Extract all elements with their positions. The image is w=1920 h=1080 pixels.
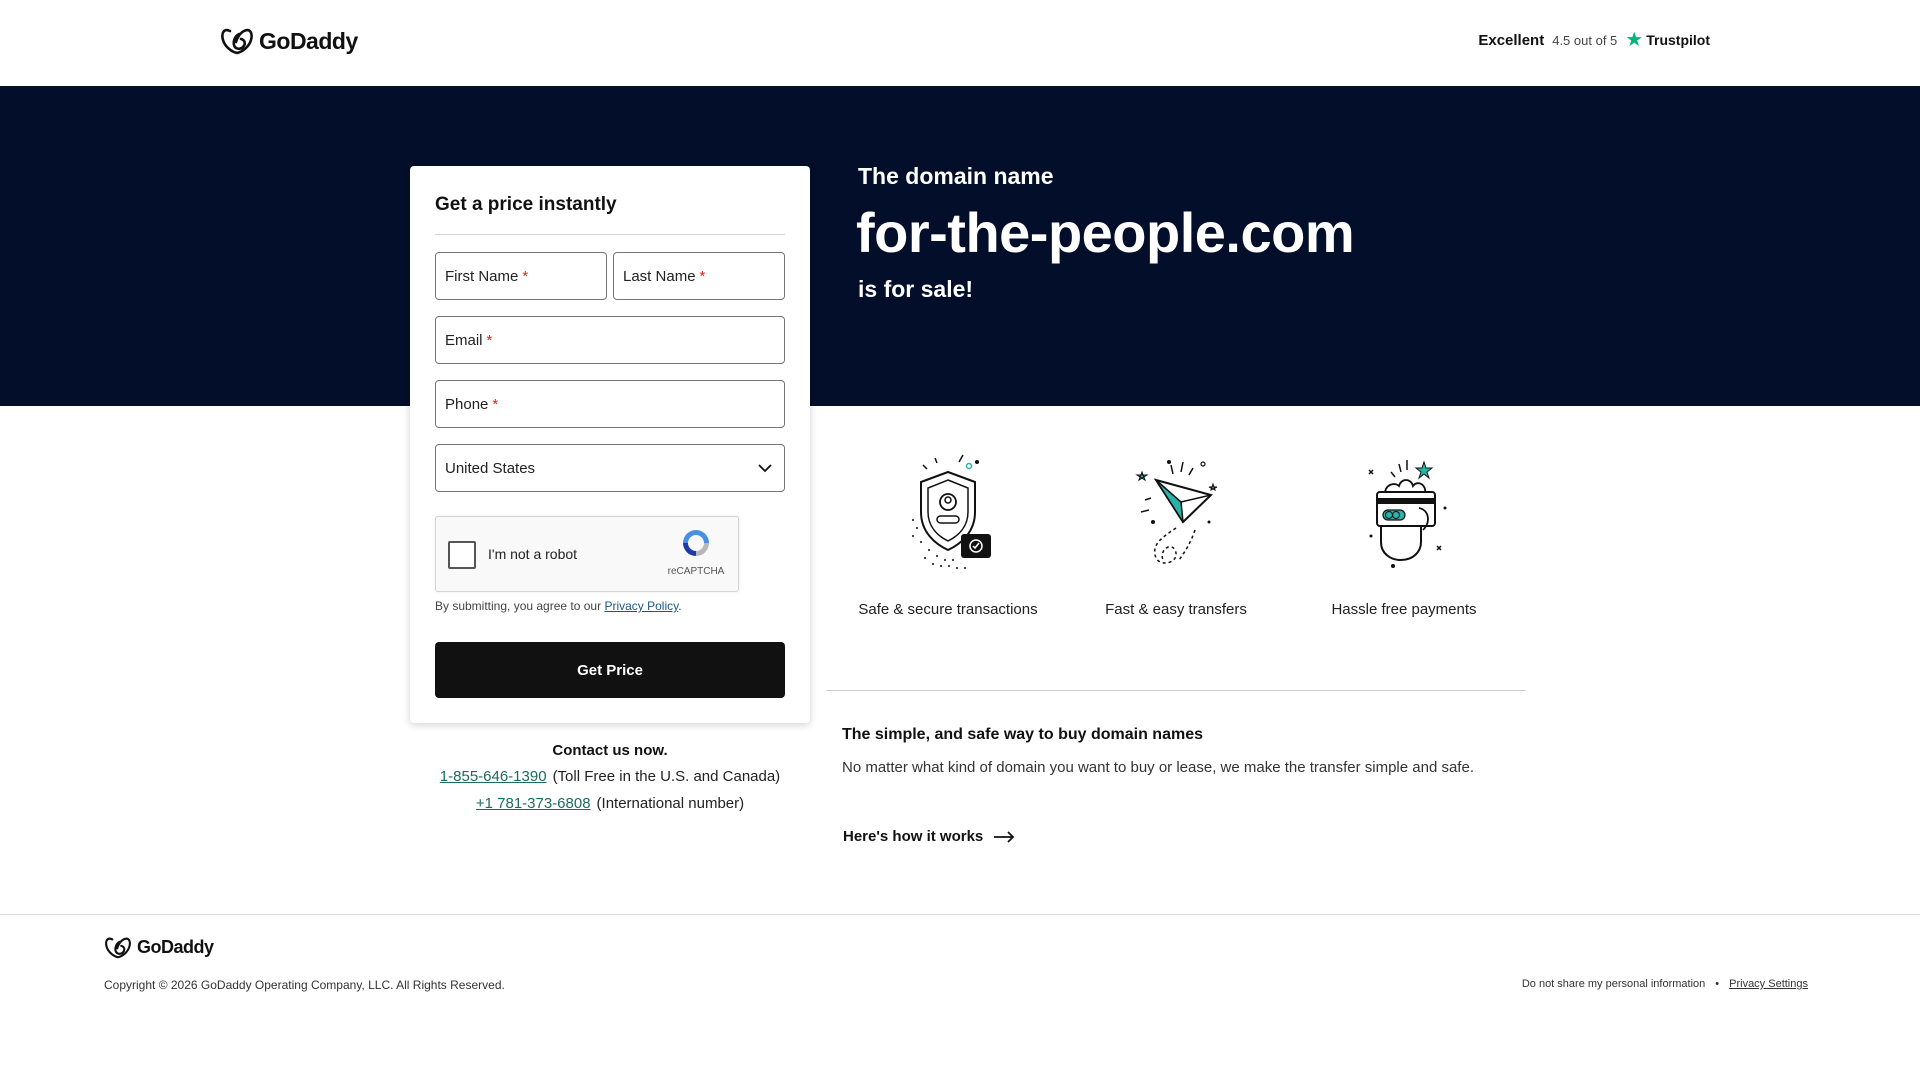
how-it-works-link[interactable]: Here's how it works	[843, 828, 1015, 845]
rating-score: 4.5 out of 5	[1552, 32, 1618, 48]
privacy-policy-link[interactable]: Privacy Policy	[604, 599, 678, 613]
chevron-down-icon	[758, 463, 772, 472]
required-mark: *	[486, 331, 493, 349]
godaddy-logo[interactable]: GoDaddy	[221, 27, 358, 55]
required-mark: *	[699, 267, 706, 285]
phone-label: Phone	[445, 395, 489, 413]
footer-links: Do not share my personal information • P…	[1522, 978, 1808, 990]
legal-prefix: By submitting, you agree to our	[435, 599, 602, 613]
hero-post-text: is for sale!	[858, 276, 974, 302]
privacy-settings-link[interactable]: Privacy Settings	[1729, 978, 1808, 990]
last-name-label: Last Name	[623, 267, 696, 285]
top-header: GoDaddy Excellent 4.5 out of 5 ★ Trustpi…	[0, 0, 1920, 86]
do-not-share-link[interactable]: Do not share my personal information	[1522, 978, 1705, 990]
first-name-field[interactable]: First Name *	[435, 252, 607, 300]
contact-line-tollfree: 1-855-646-1390 (Toll Free in the U.S. and…	[410, 768, 810, 785]
arrow-right-icon	[994, 830, 1015, 843]
footer-separator: •	[1715, 978, 1720, 990]
first-name-label: First Name	[445, 267, 519, 285]
recaptcha-widget: I'm not a robot reCAPTCHA	[435, 516, 739, 592]
payment-card-icon	[1368, 460, 1447, 568]
price-form-card: Get a price instantly First Name * Last N…	[410, 166, 810, 723]
how-it-works-label: Here's how it works	[843, 828, 984, 845]
godaddy-mark-icon	[221, 28, 253, 55]
last-name-field[interactable]: Last Name *	[613, 252, 785, 300]
recaptcha-logo[interactable]: reCAPTCHA	[666, 527, 726, 577]
email-label: Email	[445, 331, 483, 349]
hero-pre-text: The domain name	[858, 163, 1054, 189]
paper-plane-icon	[1135, 460, 1218, 564]
email-field[interactable]: Email *	[435, 316, 785, 364]
footer-godaddy-logo[interactable]: GoDaddy	[105, 936, 214, 959]
required-mark: *	[492, 395, 499, 413]
feature-payments-caption: Hassle free payments	[1331, 601, 1477, 618]
features-divider	[826, 690, 1526, 691]
country-select[interactable]: United States	[435, 444, 785, 492]
feature-secure: Safe & secure transactions	[838, 450, 1058, 618]
form-divider	[435, 234, 785, 235]
phone-field[interactable]: Phone *	[435, 380, 785, 428]
phone-international-note: (International number)	[596, 795, 745, 812]
info-title: The simple, and safe way to buy domain n…	[842, 726, 1203, 743]
required-mark: *	[522, 267, 529, 285]
phone-tollfree-link[interactable]: 1-855-646-1390	[440, 768, 547, 785]
domain-name: for-the-people.com	[856, 201, 1355, 264]
footer-divider	[0, 914, 1920, 915]
legal-notice: By submitting, you agree to our Privacy …	[435, 599, 682, 613]
recaptcha-label: I'm not a robot	[488, 546, 578, 562]
copyright-text: Copyright © 2026 GoDaddy Operating Compa…	[104, 978, 505, 992]
trustpilot-rating[interactable]: Excellent 4.5 out of 5 ★ Trustpilot	[1478, 30, 1710, 50]
recaptcha-icon	[683, 530, 709, 556]
trustpilot-logo: ★ Trustpilot	[1625, 30, 1710, 50]
phone-tollfree-note: (Toll Free in the U.S. and Canada)	[552, 768, 781, 785]
recaptcha-brand: reCAPTCHA	[667, 566, 725, 577]
contact-line-international: +1 781-373-6808 (International number)	[410, 795, 810, 812]
trustpilot-label: Trustpilot	[1646, 32, 1710, 48]
info-body: No matter what kind of domain you want t…	[842, 759, 1474, 776]
feature-secure-caption: Safe & secure transactions	[858, 601, 1038, 618]
country-value: United States	[445, 459, 536, 477]
star-icon: ★	[1625, 29, 1644, 51]
feature-payments: Hassle free payments	[1294, 450, 1514, 618]
recaptcha-checkbox[interactable]	[448, 541, 476, 569]
phone-international-link[interactable]: +1 781-373-6808	[476, 795, 591, 812]
get-price-button[interactable]: Get Price	[435, 642, 785, 698]
legal-suffix: .	[678, 599, 682, 613]
feature-transfer-caption: Fast & easy transfers	[1105, 601, 1247, 618]
footer-brand-wordmark: GoDaddy	[137, 937, 214, 957]
contact-title: Contact us now.	[552, 742, 668, 759]
form-title: Get a price instantly	[435, 194, 617, 215]
brand-wordmark: GoDaddy	[259, 27, 358, 54]
rating-word: Excellent	[1478, 31, 1545, 49]
godaddy-mark-icon	[105, 937, 131, 959]
secure-shield-icon	[912, 454, 991, 569]
feature-transfer: Fast & easy transfers	[1066, 450, 1286, 618]
